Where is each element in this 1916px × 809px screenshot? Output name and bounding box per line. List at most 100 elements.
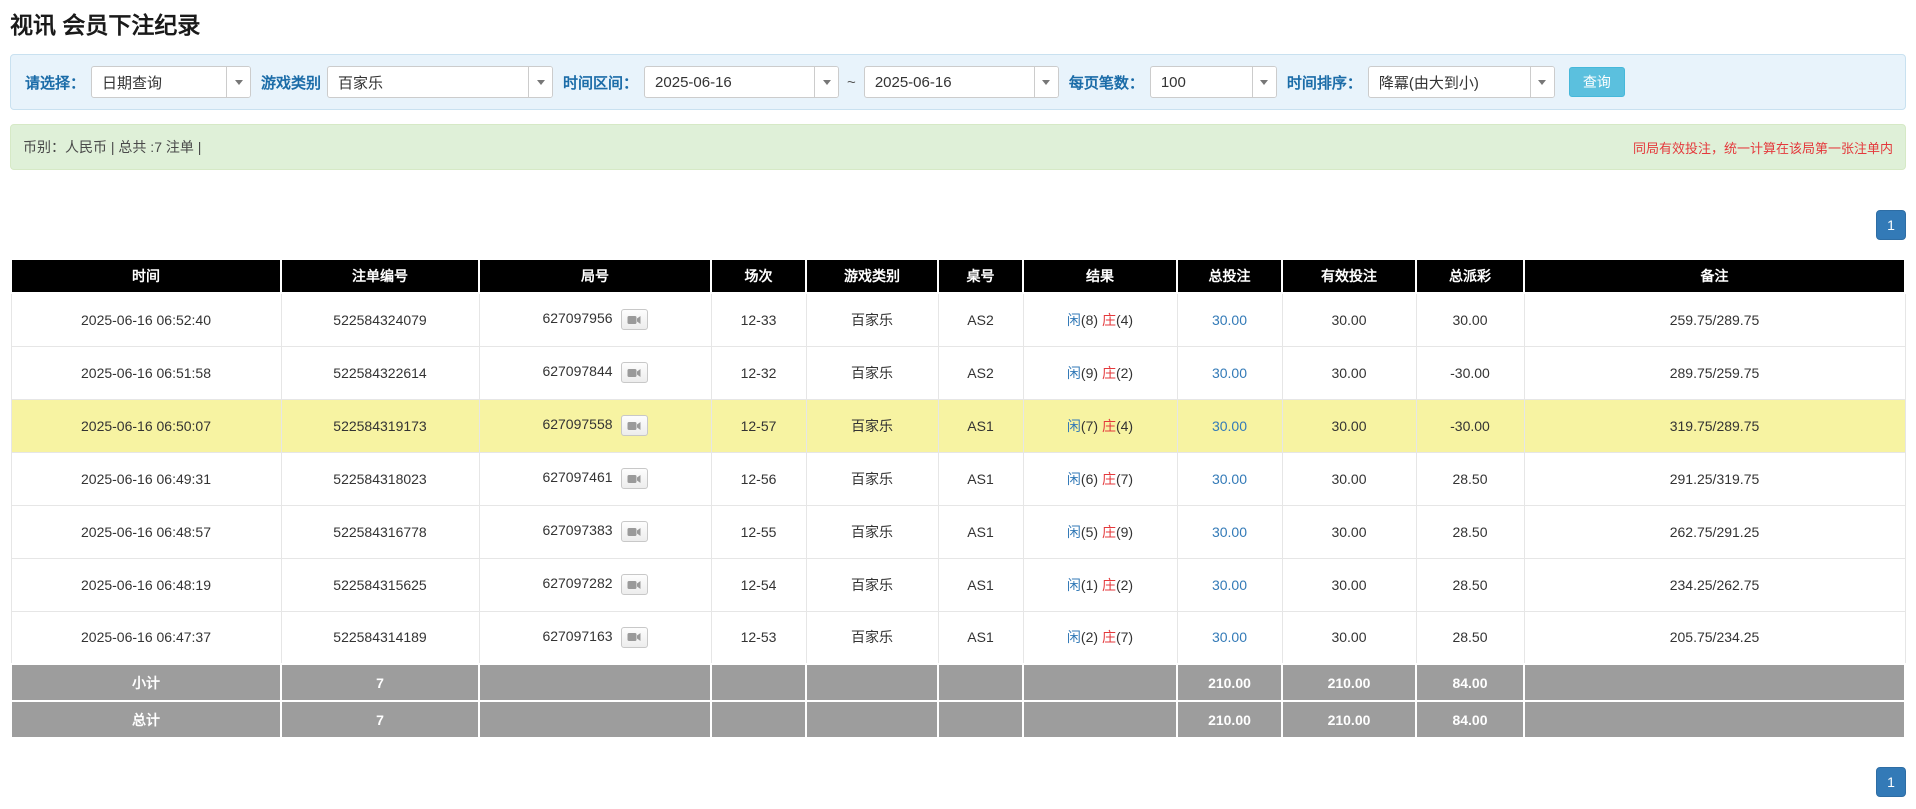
cell-payout: 30.00: [1415, 292, 1525, 347]
cell-result: 闲(9) 庄(2): [1022, 345, 1178, 400]
col-bet-id: 注单编号: [280, 258, 480, 294]
cell-payout: 28.50: [1415, 557, 1525, 612]
date-type-select[interactable]: 日期查询: [91, 66, 252, 98]
date-to-input[interactable]: 2025-06-16: [863, 66, 1059, 98]
page-size-label: 每页笔数：: [1068, 74, 1144, 92]
round-video-button[interactable]: [620, 415, 648, 436]
table-row: 2025-06-16 06:48:57 522584316778 627097383…: [10, 504, 1906, 559]
query-button[interactable]: 查询: [1568, 67, 1625, 97]
video-icon: [627, 421, 641, 430]
cell-table: AS1: [937, 504, 1024, 559]
page-1-button[interactable]: 1: [1876, 767, 1906, 797]
cell-session: 12-33: [710, 292, 807, 347]
cell-result: 闲(6) 庄(7): [1022, 451, 1178, 506]
cell-time: 2025-06-16 06:49:31: [10, 451, 282, 506]
round-number: 627097558: [542, 416, 613, 433]
cell-payout: 28.50: [1415, 504, 1525, 559]
chevron-down-icon: [234, 79, 243, 85]
table-header: 时间 注单编号 局号 场次 游戏类别 桌号 结果 总投注 有效投注 总派彩 备注: [10, 258, 1906, 294]
date-type-label: 请选择：: [25, 74, 86, 92]
table-header-row: 时间 注单编号 局号 场次 游戏类别 桌号 结果 总投注 有效投注 总派彩 备注: [10, 258, 1906, 294]
cell-total-bet: 30.00: [1176, 610, 1283, 665]
total-bet-link[interactable]: 30.00: [1212, 312, 1247, 328]
result-banker: 庄(2): [1101, 364, 1134, 381]
total-bet-link[interactable]: 30.00: [1212, 365, 1247, 381]
result-banker: 庄(7): [1101, 470, 1134, 487]
cell-total-bet: 30.00: [1176, 345, 1283, 400]
date-type-caret-box: [226, 67, 251, 97]
cell-valid-bet: 30.00: [1281, 292, 1417, 347]
total-bet-link[interactable]: 30.00: [1212, 418, 1247, 434]
cell-session: 12-53: [710, 610, 807, 665]
page-container: 视讯 会员下注纪录 请选择： 日期查询 游戏类别 百家乐 时间区间： 2025-…: [0, 0, 1916, 809]
game-type-label: 游戏类别: [261, 74, 322, 92]
round-video-button[interactable]: [620, 468, 648, 489]
round-number: 627097844: [542, 363, 613, 380]
round-video-button[interactable]: [620, 362, 648, 383]
page-size-select[interactable]: 100: [1149, 66, 1277, 98]
subtotal-valid-bet: 210.00: [1281, 663, 1417, 702]
result-banker: 庄(2): [1101, 576, 1134, 593]
table-summary: 小计 7 210.00 210.00 84.00 总计 7 210.00 210…: [10, 663, 1906, 739]
time-sort-select[interactable]: 降冪(由大到小): [1367, 66, 1555, 98]
cell-round: 627097956: [478, 292, 712, 347]
cell-time: 2025-06-16 06:48:57: [10, 504, 282, 559]
col-session: 场次: [710, 258, 807, 294]
result-player: 闲(2): [1066, 629, 1099, 646]
col-remark: 备注: [1523, 258, 1906, 294]
col-result: 结果: [1022, 258, 1178, 294]
cell-time: 2025-06-16 06:48:19: [10, 557, 282, 612]
cell-remark: 289.75/259.75: [1523, 345, 1906, 400]
col-round: 局号: [478, 258, 712, 294]
round-video-button[interactable]: [620, 574, 648, 595]
cell-payout: 28.50: [1415, 610, 1525, 665]
video-icon: [627, 368, 641, 377]
empty-cell: [937, 700, 1024, 739]
bet-records-table: 时间 注单编号 局号 场次 游戏类别 桌号 结果 总投注 有效投注 总派彩 备注…: [10, 258, 1906, 739]
cell-time: 2025-06-16 06:51:58: [10, 345, 282, 400]
cell-bet-id: 522584322614: [280, 345, 480, 400]
round-video-button[interactable]: [620, 521, 648, 542]
result-player: 闲(1): [1066, 576, 1099, 593]
total-bet-link[interactable]: 30.00: [1212, 629, 1247, 645]
chevron-down-icon: [1042, 79, 1051, 85]
empty-cell: [710, 700, 807, 739]
page-1-button[interactable]: 1: [1876, 210, 1906, 240]
cell-remark: 291.25/319.75: [1523, 451, 1906, 506]
subtotal-count: 7: [280, 663, 480, 702]
cell-payout: -30.00: [1415, 345, 1525, 400]
time-sort-caret-box: [1529, 67, 1554, 97]
total-count: 7: [280, 700, 480, 739]
empty-cell: [937, 663, 1024, 702]
cell-round: 627097383: [478, 504, 712, 559]
total-bet-link[interactable]: 30.00: [1212, 471, 1247, 487]
total-bet-link[interactable]: 30.00: [1212, 524, 1247, 540]
date-from-input[interactable]: 2025-06-16: [644, 66, 840, 98]
subtotal-total-bet: 210.00: [1176, 663, 1283, 702]
table-row: 2025-06-16 06:49:31 522584318023 627097461…: [10, 451, 1906, 506]
pagination-bottom: 1: [10, 767, 1906, 797]
page-size-caret-box: [1251, 67, 1276, 97]
round-number: 627097163: [542, 627, 613, 644]
cell-game: 百家乐: [805, 398, 939, 453]
round-video-button[interactable]: [620, 309, 648, 331]
result-banker: 庄(7): [1101, 629, 1134, 646]
game-type-value: 百家乐: [338, 74, 384, 92]
result-banker: 庄(9): [1101, 523, 1134, 540]
table-body: 2025-06-16 06:52:40 522584324079 627097956…: [10, 292, 1906, 665]
cell-bet-id: 522584319173: [280, 398, 480, 453]
date-to-value: 2025-06-16: [874, 73, 952, 91]
total-bet-link[interactable]: 30.00: [1212, 577, 1247, 593]
cell-game: 百家乐: [805, 504, 939, 559]
cell-result: 闲(2) 庄(7): [1022, 610, 1178, 665]
cell-total-bet: 30.00: [1176, 451, 1283, 506]
round-video-button[interactable]: [620, 626, 648, 648]
cell-table: AS2: [937, 292, 1024, 347]
table-row: 2025-06-16 06:52:40 522584324079 627097956…: [10, 292, 1906, 347]
game-type-select[interactable]: 百家乐: [327, 66, 554, 98]
result-player: 闲(7): [1066, 417, 1099, 434]
cell-payout: 28.50: [1415, 451, 1525, 506]
cell-table: AS1: [937, 610, 1024, 665]
cell-game: 百家乐: [805, 451, 939, 506]
cell-game: 百家乐: [805, 557, 939, 612]
